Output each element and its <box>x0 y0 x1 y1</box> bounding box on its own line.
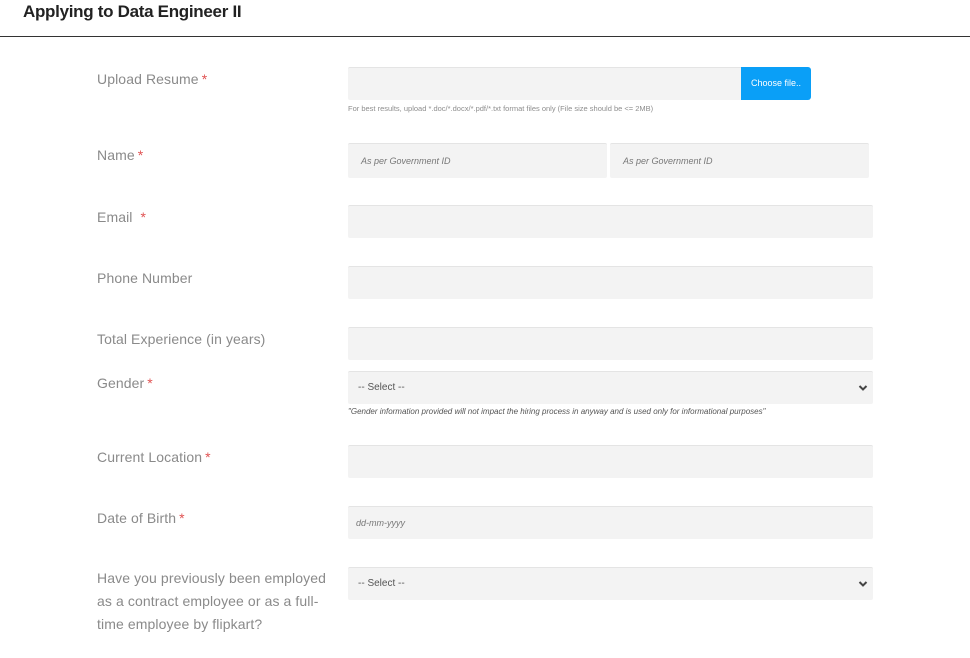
required-asterisk: * <box>140 209 147 225</box>
last-name-input[interactable]: As per Government ID <box>610 143 869 178</box>
name-label: Name * <box>97 144 143 167</box>
email-label: Email * <box>97 206 146 229</box>
gender-note: "Gender information provided will not im… <box>348 407 766 416</box>
email-label-text: Email <box>97 209 133 225</box>
location-label-text: Current Location <box>97 449 203 465</box>
previous-employment-selected-value: -- Select -- <box>358 578 405 589</box>
experience-input[interactable] <box>348 327 873 360</box>
email-input[interactable] <box>348 205 873 238</box>
phone-input[interactable] <box>348 266 873 299</box>
location-input[interactable] <box>348 445 873 478</box>
first-name-input[interactable]: As per Government ID <box>348 143 607 178</box>
resume-file-display[interactable] <box>348 67 741 100</box>
last-name-placeholder: As per Government ID <box>623 156 713 166</box>
upload-resume-label: Upload Resume * <box>97 68 207 91</box>
required-asterisk: * <box>147 375 153 391</box>
required-asterisk: * <box>137 147 144 163</box>
chevron-down-icon <box>858 385 868 391</box>
page-title: Applying to Data Engineer II <box>23 2 242 21</box>
required-asterisk: * <box>205 449 211 465</box>
gender-select[interactable]: -- Select -- <box>348 371 873 404</box>
chevron-down-icon <box>858 581 868 587</box>
page-header: Applying to Data Engineer II <box>0 0 970 37</box>
gender-label: Gender * <box>97 372 153 395</box>
dob-label: Date of Birth * <box>97 507 185 530</box>
name-label-text: Name <box>97 147 135 163</box>
dob-input[interactable]: dd-mm-yyyy <box>348 506 873 539</box>
previous-employment-label: Have you previously been employed as a c… <box>97 570 326 632</box>
first-name-placeholder: As per Government ID <box>361 156 451 166</box>
gender-label-text: Gender <box>97 375 145 391</box>
dob-label-text: Date of Birth <box>97 510 177 526</box>
required-asterisk: * <box>179 510 185 526</box>
required-asterisk: * <box>201 71 208 87</box>
resume-hint: For best results, upload *.doc/*.docx/*.… <box>348 104 654 113</box>
location-label: Current Location * <box>97 446 211 469</box>
gender-selected-value: -- Select -- <box>358 382 405 393</box>
dob-placeholder: dd-mm-yyyy <box>356 518 405 528</box>
upload-resume-label-text: Upload Resume <box>97 71 199 87</box>
experience-label: Total Experience (in years) <box>97 331 266 347</box>
phone-label: Phone Number <box>97 270 193 286</box>
previous-employment-select[interactable]: -- Select -- <box>348 567 873 600</box>
choose-file-button[interactable]: Choose file.. <box>741 67 811 100</box>
